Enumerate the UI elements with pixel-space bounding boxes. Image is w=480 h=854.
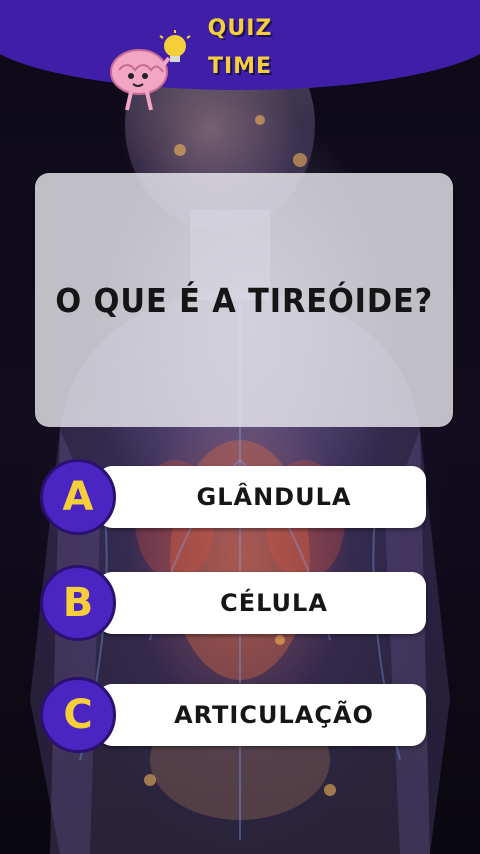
answer-letter-badge: B [40,565,116,641]
brain-lightbulb-icon [110,30,191,111]
answer-letter-badge: A [40,459,116,535]
quiz-screen: QUIZ TIME O QUE É A TIREÓIDE? GLÂNDULA A… [0,0,480,854]
answer-option-pill[interactable]: ARTICULAÇÃO [98,684,426,746]
answer-letter-badge: C [40,677,116,753]
quiz-time-title: QUIZ TIME [200,10,280,86]
answer-option-label: CÉLULA [220,589,328,617]
answer-option-pill[interactable]: CÉLULA [98,572,426,634]
answer-option-c[interactable]: ARTICULAÇÃO C [40,677,428,753]
answer-option-a[interactable]: GLÂNDULA A [40,459,428,535]
answer-option-label: GLÂNDULA [196,483,352,511]
title-line-1: QUIZ [207,16,273,41]
answer-option-pill[interactable]: GLÂNDULA [98,466,426,528]
answer-option-label: ARTICULAÇÃO [174,701,374,729]
question-card: O QUE É A TIREÓIDE? [35,173,453,427]
title-line-2: TIME [207,54,273,79]
answer-option-b[interactable]: CÉLULA B [40,565,428,641]
question-text: O QUE É A TIREÓIDE? [55,280,433,320]
